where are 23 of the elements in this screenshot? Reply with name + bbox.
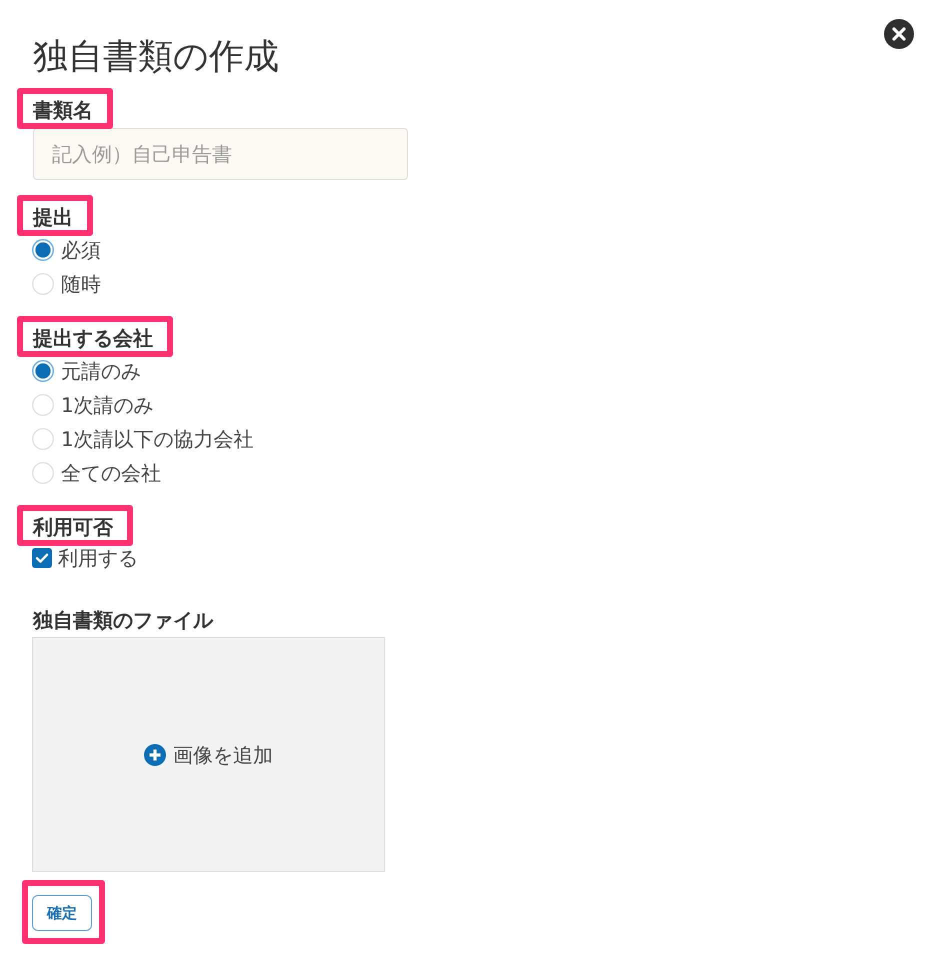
field-label: 提出する会社 xyxy=(33,326,153,351)
close-icon xyxy=(884,19,914,49)
file-upload-area[interactable]: 画像を追加 xyxy=(32,637,385,872)
radio-label[interactable]: 元請のみ xyxy=(61,359,141,383)
dialog-title: 独自書類の作成 xyxy=(33,36,279,78)
checkbox[interactable] xyxy=(32,548,52,568)
radio-label[interactable]: 必須 xyxy=(61,238,101,262)
field-label: 独自書類のファイル xyxy=(33,608,213,633)
radio-label[interactable]: 1次請以下の協力会社 xyxy=(61,427,254,451)
close-button[interactable] xyxy=(884,19,914,49)
radio-label[interactable]: 1次請のみ xyxy=(61,393,154,417)
field-label: 利用可否 xyxy=(33,515,113,540)
confirm-button[interactable]: 確定 xyxy=(32,895,92,931)
radio-label[interactable]: 全ての会社 xyxy=(61,461,161,485)
radio-button[interactable] xyxy=(32,360,54,382)
field-label: 書類名 xyxy=(33,98,93,123)
document-name-input[interactable]: 記入例）自己申告書 xyxy=(33,128,408,180)
radio-button[interactable] xyxy=(32,239,54,261)
checkbox-label[interactable]: 利用する xyxy=(58,546,138,570)
plus-icon xyxy=(144,744,166,766)
radio-label[interactable]: 随時 xyxy=(61,272,101,296)
add-image-label[interactable]: 画像を追加 xyxy=(173,742,273,766)
field-label: 提出 xyxy=(33,205,73,230)
